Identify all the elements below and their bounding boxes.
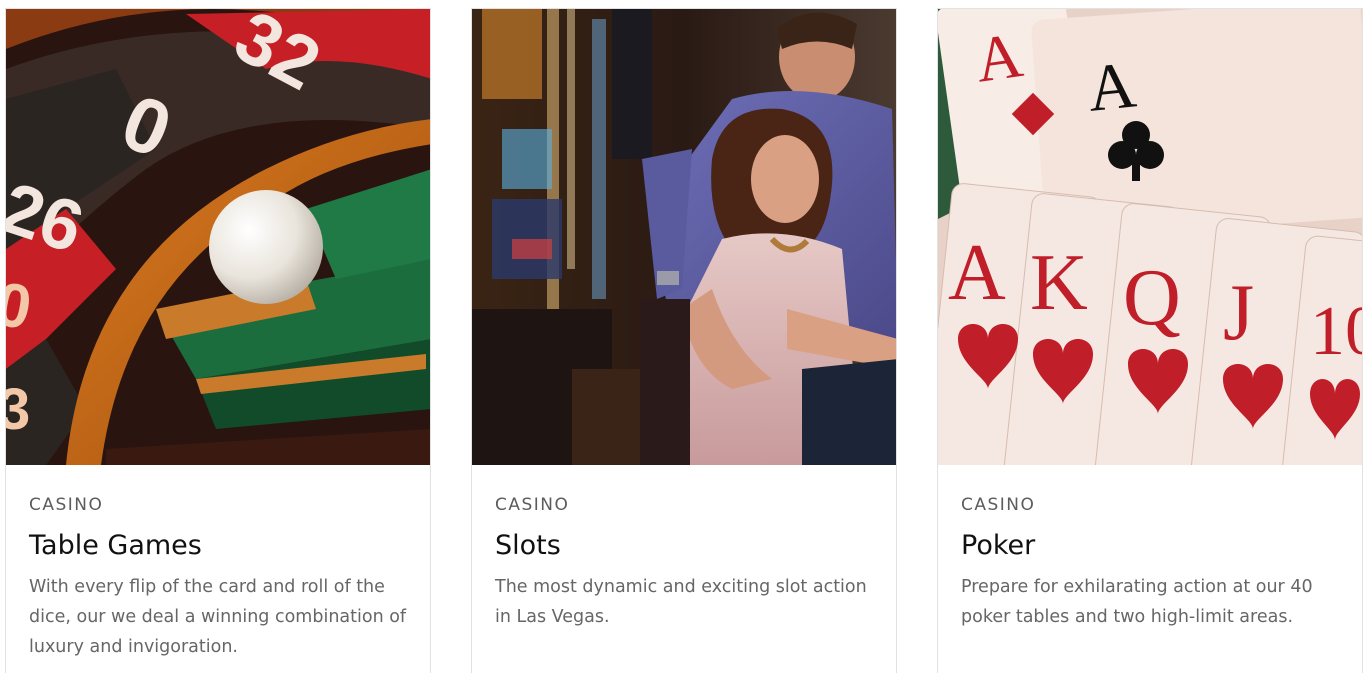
card-rank-ace-hearts: A [948,229,1006,317]
card-title[interactable]: Table Games [29,530,410,562]
roulette-number-partial-2: 3 [6,377,30,442]
roulette-wheel-image[interactable]: 32 0 26 0 3 [6,9,430,465]
card-description: The most dynamic and exciting slot actio… [495,577,867,627]
card-body: CASINO Table Games With every flip of th… [29,494,410,662]
card-rank-ten: 10 [1310,293,1363,370]
card-poker[interactable]: A A A K Q J 1 CASINO Poker Prepare for e… [937,8,1363,673]
card-rank-ace-diamonds: A [971,19,1027,96]
roulette-wheel-illustration: 32 0 26 0 3 [6,9,430,465]
card-category: CASINO [961,495,1036,515]
card-rank-ace-clubs: A [1084,48,1139,126]
card-body: CASINO Poker Prepare for exhilarating ac… [961,494,1342,632]
card-category: CASINO [495,495,570,515]
card-slots[interactable]: CASINO Slots The most dynamic and exciti… [471,8,897,673]
card-table-games[interactable]: 32 0 26 0 3 CASINO Table Games With ever… [5,8,431,673]
playing-cards-image[interactable]: A A A K Q J 1 [938,9,1363,465]
card-rank-king: K [1030,239,1088,327]
card-description: Prepare for exhilarating action at our 4… [961,577,1313,627]
card-rank-jack: J [1223,269,1254,357]
card-body: CASINO Slots The most dynamic and exciti… [495,494,876,632]
card-title[interactable]: Slots [495,530,876,562]
casino-card-grid: 32 0 26 0 3 CASINO Table Games With ever… [0,0,1365,673]
playing-cards-illustration: A A A K Q J 1 [938,9,1363,465]
card-category: CASINO [29,495,104,515]
slots-players-illustration [472,9,896,465]
card-description: With every flip of the card and roll of … [29,577,407,657]
card-title[interactable]: Poker [961,530,1342,562]
slots-players-image[interactable] [472,9,896,465]
card-rank-queen: Q [1123,254,1181,342]
